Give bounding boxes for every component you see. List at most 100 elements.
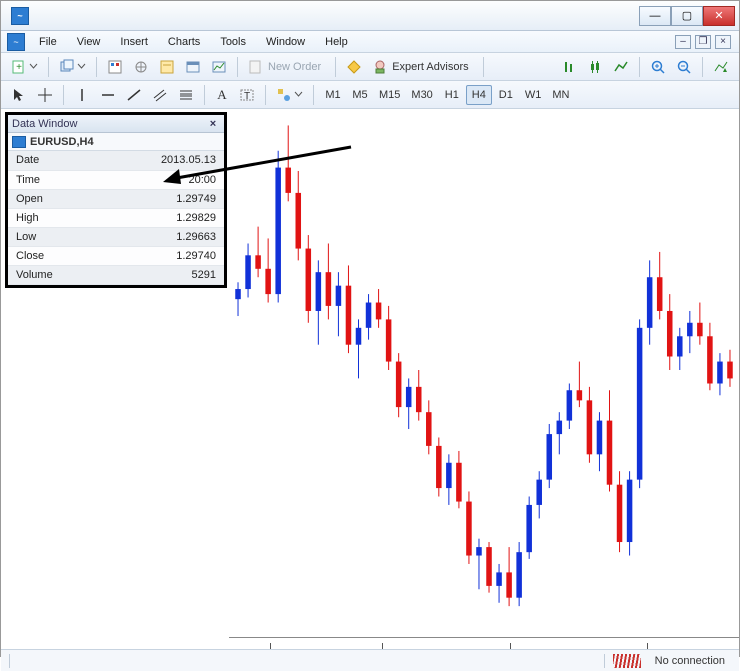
cursor-icon <box>11 87 27 103</box>
connection-status-text: No connection <box>649 655 731 667</box>
metaeditor-button[interactable] <box>342 56 366 78</box>
window-minimize-button[interactable]: — <box>639 6 671 26</box>
fibonacci-button[interactable] <box>174 84 198 106</box>
channel-icon <box>152 87 168 103</box>
auto-scroll-button[interactable] <box>709 56 733 78</box>
timeframe-m5-button[interactable]: M5 <box>347 85 373 105</box>
timeframe-m30-button[interactable]: M30 <box>406 85 437 105</box>
timeframe-h1-button[interactable]: H1 <box>439 85 465 105</box>
fibonacci-icon <box>178 87 194 103</box>
menu-charts[interactable]: Charts <box>158 34 210 50</box>
shapes-icon <box>276 87 292 103</box>
equidistant-channel-button[interactable] <box>148 84 172 106</box>
data-window-key: Time <box>8 170 100 189</box>
menu-tools[interactable]: Tools <box>210 34 256 50</box>
timeframe-h4-button[interactable]: H4 <box>466 85 492 105</box>
mdi-minimize-button[interactable]: – <box>675 35 691 49</box>
plus-document-icon: + <box>11 59 27 75</box>
expert-advisors-icon <box>372 59 388 75</box>
window-titlebar: ~ — ▢ ✕ <box>1 1 739 31</box>
toolbar-line-studies: A T M1M5M15M30H1H4D1W1MN <box>1 81 739 109</box>
toolbar-standard: + New Order Expert Advisors <box>1 53 739 81</box>
text-icon: A <box>217 87 226 103</box>
profiles-button[interactable] <box>55 56 90 78</box>
annotation-arrow <box>161 129 361 189</box>
data-window-symbol: EURUSD,H4 <box>30 136 94 148</box>
window-close-button[interactable]: ✕ <box>703 6 735 26</box>
zoom-out-icon <box>676 59 692 75</box>
content-area: Data Window × EURUSD,H4 Date2013.05.13Ti… <box>1 109 739 649</box>
mdi-restore-button[interactable]: ❐ <box>695 35 711 49</box>
new-order-label: New Order <box>264 61 325 73</box>
zoom-out-button[interactable] <box>672 56 696 78</box>
svg-text:+: + <box>16 62 22 73</box>
horizontal-line-icon <box>100 87 116 103</box>
app-icon: ~ <box>11 7 29 25</box>
timeframe-m15-button[interactable]: M15 <box>374 85 405 105</box>
data-window-icon <box>159 59 175 75</box>
data-window-value: 1.29829 <box>100 208 224 227</box>
diamond-icon <box>346 59 362 75</box>
menu-window[interactable]: Window <box>256 34 315 50</box>
data-window-button[interactable] <box>155 56 179 78</box>
cursor-button[interactable] <box>7 84 31 106</box>
menubar: ~ File View Insert Charts Tools Window H… <box>1 31 739 53</box>
data-window-key: Low <box>8 227 100 246</box>
data-window-value: 5291 <box>100 265 224 284</box>
mdi-close-button[interactable]: × <box>715 35 731 49</box>
arrows-button[interactable] <box>272 84 307 106</box>
new-order-icon <box>248 59 264 75</box>
crosshair-button[interactable] <box>33 84 57 106</box>
text-label-button[interactable]: T <box>235 84 259 106</box>
svg-text:T: T <box>244 91 250 102</box>
vertical-line-button[interactable] <box>70 84 94 106</box>
terminal-icon <box>185 59 201 75</box>
expert-advisors-label: Expert Advisors <box>388 61 472 73</box>
line-chart-button[interactable] <box>609 56 633 78</box>
navigator-icon <box>133 59 149 75</box>
timeframe-w1-button[interactable]: W1 <box>520 85 547 105</box>
window-maximize-button[interactable]: ▢ <box>671 6 703 26</box>
data-window-key: Close <box>8 246 100 265</box>
data-window-row: High1.29829 <box>8 208 224 227</box>
new-chart-button[interactable]: + <box>7 56 42 78</box>
market-watch-button[interactable] <box>103 56 127 78</box>
new-order-button[interactable]: New Order <box>244 56 329 78</box>
annotation <box>161 129 361 192</box>
zoom-in-icon <box>650 59 666 75</box>
timeframe-d1-button[interactable]: D1 <box>493 85 519 105</box>
strategy-tester-button[interactable] <box>207 56 231 78</box>
bar-chart-icon <box>561 59 577 75</box>
terminal-button[interactable] <box>181 56 205 78</box>
auto-scroll-icon <box>713 59 729 75</box>
data-window-value: 1.29663 <box>100 227 224 246</box>
text-button[interactable]: A <box>211 84 233 106</box>
candlestick-icon <box>587 59 603 75</box>
data-window-value: 1.29740 <box>100 246 224 265</box>
status-bar: No connection <box>1 649 739 671</box>
text-label-icon: T <box>239 87 255 103</box>
candlestick-button[interactable] <box>583 56 607 78</box>
menu-file[interactable]: File <box>29 34 67 50</box>
bar-chart-button[interactable] <box>557 56 581 78</box>
data-window-row: Low1.29663 <box>8 227 224 246</box>
market-watch-icon <box>107 59 123 75</box>
timeframe-mn-button[interactable]: MN <box>547 85 574 105</box>
chevron-down-icon <box>29 62 38 71</box>
zoom-in-button[interactable] <box>646 56 670 78</box>
vertical-line-icon <box>74 87 90 103</box>
data-window-close-button[interactable]: × <box>206 118 220 130</box>
horizontal-line-button[interactable] <box>96 84 120 106</box>
menu-help[interactable]: Help <box>315 34 358 50</box>
data-window-key: Volume <box>8 265 100 284</box>
trendline-button[interactable] <box>122 84 146 106</box>
chevron-down-icon <box>294 90 303 99</box>
data-window-key: Date <box>8 151 100 170</box>
expert-advisors-button[interactable]: Expert Advisors <box>368 56 476 78</box>
line-chart-icon <box>613 59 629 75</box>
chart-symbol-icon <box>12 136 26 148</box>
menu-insert[interactable]: Insert <box>110 34 158 50</box>
timeframe-m1-button[interactable]: M1 <box>320 85 346 105</box>
navigator-button[interactable] <box>129 56 153 78</box>
menu-view[interactable]: View <box>67 34 111 50</box>
